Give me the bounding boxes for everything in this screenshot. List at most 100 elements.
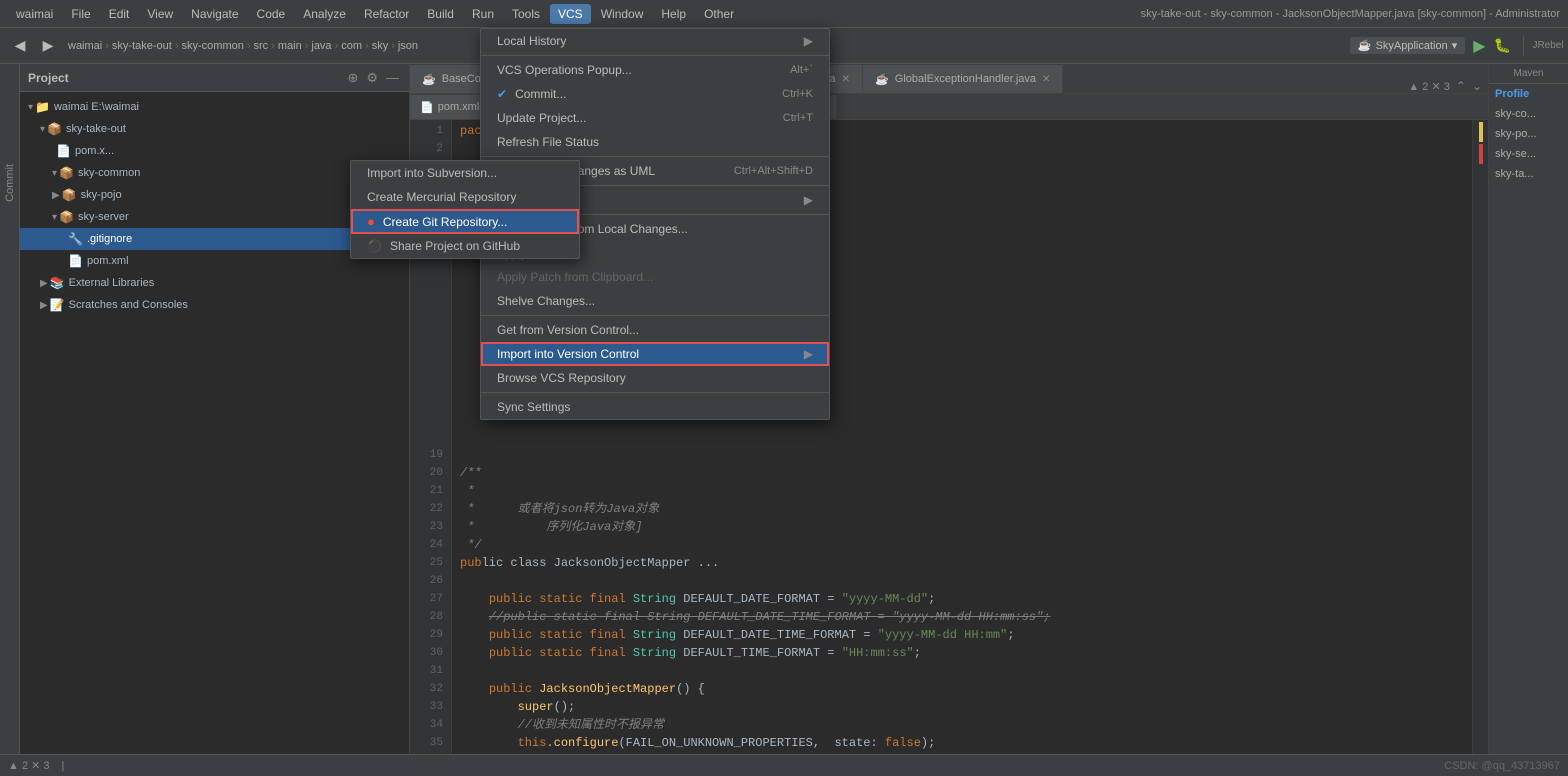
breadcrumb-src[interactable]: src (254, 40, 269, 52)
breadcrumb-take-out[interactable]: sky-take-out (112, 40, 172, 52)
error-marker (1479, 144, 1483, 164)
dropdown-apply-clipboard[interactable]: Apply Patch from Clipboard... (481, 265, 829, 289)
code-line-31 (460, 662, 1464, 680)
collapse-btn[interactable]: — (384, 68, 401, 88)
status-sep-1: | (62, 760, 65, 772)
dropdown-local-history[interactable]: Local History ▶ (481, 29, 829, 53)
sky-server-label: sky-server (78, 211, 129, 223)
menu-vcs[interactable]: VCS (550, 4, 591, 24)
git-circle-icon: ● (367, 214, 375, 229)
add-btn[interactable]: ⊕ (345, 68, 360, 88)
collapse-editor-btn[interactable]: ⌃ (1456, 79, 1466, 93)
external-libs-label: External Libraries (69, 277, 155, 289)
close-skyapp-icon[interactable]: ✕ (842, 74, 850, 85)
panel-header: Project ⊕ ⚙ — (20, 64, 409, 92)
submenu-import-subversion[interactable]: Import into Subversion... (351, 161, 579, 185)
submenu-share-github[interactable]: ⚫ Share Project on GitHub (351, 234, 579, 258)
tab-globalex[interactable]: ☕ GlobalExceptionHandler.java ✕ (863, 65, 1063, 93)
settings-btn[interactable]: ⚙ (364, 68, 380, 88)
menu-help[interactable]: Help (653, 4, 694, 24)
arrow-icon-git: ▶ (804, 193, 813, 207)
breadcrumb-common[interactable]: sky-common (182, 40, 244, 52)
menu-view[interactable]: View (139, 4, 181, 24)
menu-file[interactable]: File (63, 4, 98, 24)
update-label: Update Project... (497, 111, 586, 125)
dropdown-commit[interactable]: ✔ Commit... Ctrl+K (481, 82, 829, 106)
tree-external-libs[interactable]: ▶ 📚 External Libraries (20, 272, 409, 294)
menu-analyze[interactable]: Analyze (295, 4, 354, 24)
pom-root-label: pom.x... (75, 145, 114, 157)
run-config-dropdown[interactable]: ☕ SkyApplication ▾ (1350, 37, 1465, 54)
forward-btn[interactable]: ▶ (36, 34, 60, 58)
back-btn[interactable]: ◀ (8, 34, 32, 58)
expand-common-icon: ▾ (52, 168, 57, 179)
maven-header: Maven (1489, 64, 1568, 84)
refresh-label: Refresh File Status (497, 135, 599, 149)
gitignore-label: .gitignore (87, 233, 132, 245)
dropdown-refresh[interactable]: Refresh File Status (481, 130, 829, 154)
tree-scratches[interactable]: ▶ 📝 Scratches and Consoles (20, 294, 409, 316)
sync-label: Sync Settings (497, 400, 570, 414)
import-vcs-label: Import into Version Control (497, 347, 639, 361)
code-line-22: * 或者将json转为Java对象 (460, 500, 1464, 518)
menu-edit[interactable]: Edit (101, 4, 138, 24)
uml-shortcut: Ctrl+Alt+Shift+D (734, 165, 813, 177)
expand-editor-btn[interactable]: ⌄ (1472, 79, 1482, 93)
maven-profile[interactable]: Profile (1489, 84, 1568, 104)
menu-run[interactable]: Run (464, 4, 502, 24)
browse-vcs-label: Browse VCS Repository (497, 371, 626, 385)
warning-marker (1479, 122, 1483, 142)
menu-tools[interactable]: Tools (504, 4, 548, 24)
breadcrumb-java[interactable]: java (311, 40, 331, 52)
expand-takeout-icon: ▾ (40, 124, 45, 135)
submenu-create-mercurial[interactable]: Create Mercurial Repository (351, 185, 579, 209)
github-icon: ⚫ (367, 239, 382, 253)
dropdown-import-vcs[interactable]: Import into Version Control ▶ (481, 342, 829, 366)
debug-button[interactable]: 🐛 (1494, 37, 1511, 54)
code-line-blank15 (460, 428, 1464, 446)
close-globalex-icon[interactable]: ✕ (1042, 74, 1050, 85)
maven-sky-ta[interactable]: sky-ta... (1489, 164, 1568, 184)
dropdown-sync[interactable]: Sync Settings (481, 395, 829, 419)
right-gutter (1472, 120, 1488, 776)
tree-sky-take-out[interactable]: ▾ 📦 sky-take-out (20, 118, 409, 140)
divider-5 (481, 315, 829, 316)
menu-window[interactable]: Window (593, 4, 652, 24)
menu-waimai[interactable]: waimai (8, 4, 61, 24)
dropdown-browse-vcs[interactable]: Browse VCS Repository (481, 366, 829, 390)
breadcrumb-main[interactable]: main (278, 40, 302, 52)
menu-other[interactable]: Other (696, 4, 742, 24)
menu-build[interactable]: Build (419, 4, 462, 24)
run-button[interactable]: ▶ (1473, 36, 1485, 56)
profile-label: Profile (1495, 88, 1529, 100)
breadcrumb-json[interactable]: json (398, 40, 418, 52)
menu-refactor[interactable]: Refactor (356, 4, 417, 24)
breadcrumb-waimai[interactable]: waimai (68, 40, 102, 52)
dropdown-get-from-vcs[interactable]: Get from Version Control... (481, 318, 829, 342)
menu-navigate[interactable]: Navigate (183, 4, 246, 24)
code-line-27: public static final String DEFAULT_DATE_… (460, 590, 1464, 608)
submenu-create-git[interactable]: ● Create Git Repository... (351, 209, 579, 234)
commit-label[interactable]: Commit (4, 164, 16, 202)
vcs-popup-label: VCS Operations Popup... (497, 63, 632, 77)
expand-waimai-icon: ▾ (28, 102, 33, 113)
dropdown-shelve[interactable]: Shelve Changes... (481, 289, 829, 313)
update-shortcut: Ctrl+T (783, 112, 813, 124)
breadcrumb-sky[interactable]: sky (372, 40, 389, 52)
maven-sky-co[interactable]: sky-co... (1489, 104, 1568, 124)
tree-pom-root[interactable]: 📄 pom.x... (20, 140, 409, 162)
tree-waimai[interactable]: ▾ 📁 waimai E:\waimai (20, 96, 409, 118)
jrebel-btn[interactable]: JRebel (1536, 34, 1560, 58)
chevron-down-icon: ▾ (1452, 39, 1458, 52)
maven-sky-po[interactable]: sky-po... (1489, 124, 1568, 144)
divider-6 (481, 392, 829, 393)
breadcrumb-com[interactable]: com (341, 40, 362, 52)
xml-icon: 📄 (56, 144, 71, 158)
run-config-label: SkyApplication (1376, 40, 1448, 52)
expand-extlibs-icon: ▶ (40, 278, 48, 289)
code-line-33: super(); (460, 698, 1464, 716)
menu-code[interactable]: Code (249, 4, 294, 24)
dropdown-vcs-popup[interactable]: VCS Operations Popup... Alt+` (481, 58, 829, 82)
dropdown-update[interactable]: Update Project... Ctrl+T (481, 106, 829, 130)
maven-sky-se[interactable]: sky-se... (1489, 144, 1568, 164)
